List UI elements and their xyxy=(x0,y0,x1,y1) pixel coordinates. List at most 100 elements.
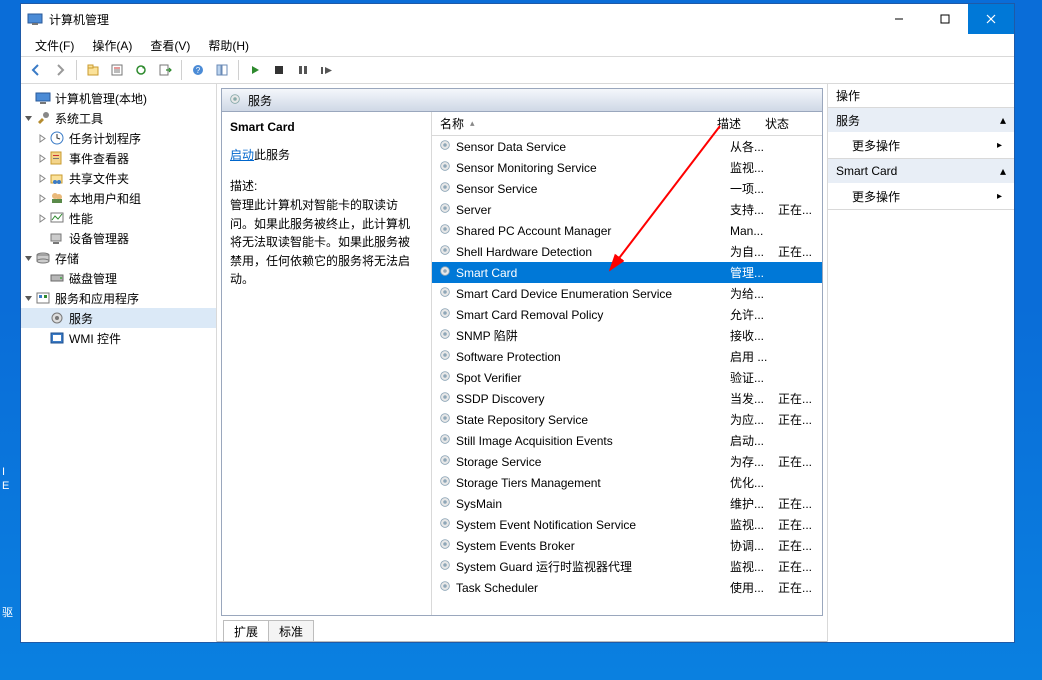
start-service-link[interactable]: 启动 xyxy=(230,148,254,162)
service-row[interactable]: Software Protection启用 ... xyxy=(432,346,822,367)
service-row[interactable]: Server支持...正在... xyxy=(432,199,822,220)
service-row[interactable]: Smart Card Device Enumeration Service为给.… xyxy=(432,283,822,304)
services-apps-icon xyxy=(35,290,51,306)
service-row[interactable]: SNMP 陷阱接收... xyxy=(432,325,822,346)
column-description[interactable]: 描述 xyxy=(709,112,757,135)
tree-system-tools[interactable]: 系统工具 xyxy=(21,108,216,128)
service-row[interactable]: Task Scheduler使用...正在... xyxy=(432,577,822,598)
service-row[interactable]: Storage Tiers Management优化... xyxy=(432,472,822,493)
gear-icon xyxy=(438,285,452,302)
tree-shared-folders[interactable]: 共享文件夹 xyxy=(21,168,216,188)
gear-icon xyxy=(438,516,452,533)
service-name: System Guard 运行时监视器代理 xyxy=(456,558,632,575)
titlebar[interactable]: 计算机管理 xyxy=(21,4,1014,34)
tab-standard[interactable]: 标准 xyxy=(268,620,314,642)
service-status: 正在... xyxy=(774,453,822,470)
pause-button[interactable] xyxy=(292,59,314,81)
help-button[interactable]: ? xyxy=(187,59,209,81)
menu-action[interactable]: 操作(A) xyxy=(84,35,140,56)
service-desc: 允许... xyxy=(726,306,774,323)
back-button[interactable] xyxy=(25,59,47,81)
actions-title: 操作 xyxy=(828,84,1014,108)
action-more-smart-card[interactable]: 更多操作 ▸ xyxy=(828,183,1014,209)
service-desc: 监视... xyxy=(726,516,774,533)
expand-toggle[interactable] xyxy=(21,114,35,123)
service-row[interactable]: State Repository Service为应...正在... xyxy=(432,409,822,430)
tree-event-viewer[interactable]: 事件查看器 xyxy=(21,148,216,168)
service-row[interactable]: System Events Broker协调...正在... xyxy=(432,535,822,556)
expand-toggle[interactable] xyxy=(35,134,49,143)
navigation-tree[interactable]: 计算机管理(本地) 系统工具 任务计划程序 xyxy=(21,84,217,642)
export-button[interactable] xyxy=(154,59,176,81)
expand-toggle[interactable] xyxy=(35,194,49,203)
gear-icon xyxy=(438,369,452,386)
service-row[interactable]: Storage Service为存...正在... xyxy=(432,451,822,472)
window-maximize-button[interactable] xyxy=(922,4,968,34)
forward-button[interactable] xyxy=(49,59,71,81)
gear-icon xyxy=(438,180,452,197)
service-status: 正在... xyxy=(774,201,822,218)
service-row[interactable]: Smart Card管理... xyxy=(432,262,822,283)
description-label: 描述: xyxy=(230,177,421,194)
horizontal-scrollbar[interactable] xyxy=(432,599,822,615)
restart-button[interactable] xyxy=(316,59,338,81)
service-row[interactable]: Sensor Monitoring Service监视... xyxy=(432,157,822,178)
expand-toggle[interactable] xyxy=(35,214,49,223)
tree-performance[interactable]: 性能 xyxy=(21,208,216,228)
tree-label: WMI 控件 xyxy=(69,330,121,347)
service-row[interactable]: SysMain维护...正在... xyxy=(432,493,822,514)
tree-disk-management[interactable]: 磁盘管理 xyxy=(21,268,216,288)
service-row[interactable]: SSDP Discovery当发...正在... xyxy=(432,388,822,409)
play-button[interactable] xyxy=(244,59,266,81)
expand-toggle[interactable] xyxy=(35,174,49,183)
service-row[interactable]: TCP/IP NetBIOS Helper提供...正在... xyxy=(432,598,822,599)
gear-icon xyxy=(438,306,452,323)
menubar: 文件(F) 操作(A) 查看(V) 帮助(H) xyxy=(21,34,1014,56)
service-row[interactable]: Spot Verifier验证... xyxy=(432,367,822,388)
properties-button[interactable] xyxy=(106,59,128,81)
service-row[interactable]: System Event Notification Service监视...正在… xyxy=(432,514,822,535)
window-close-button[interactable] xyxy=(968,4,1014,34)
tree-wmi[interactable]: WMI 控件 xyxy=(21,328,216,348)
menu-file[interactable]: 文件(F) xyxy=(27,35,82,56)
tree-label: 共享文件夹 xyxy=(69,170,129,187)
tree-label: 任务计划程序 xyxy=(69,130,141,147)
service-row[interactable]: Still Image Acquisition Events启动... xyxy=(432,430,822,451)
tree-services-apps[interactable]: 服务和应用程序 xyxy=(21,288,216,308)
expand-toggle[interactable] xyxy=(21,294,35,303)
gear-icon xyxy=(438,222,452,239)
action-more-services[interactable]: 更多操作 ▸ xyxy=(828,132,1014,158)
tree-local-users[interactable]: 本地用户和组 xyxy=(21,188,216,208)
disk-icon xyxy=(49,270,65,286)
service-row[interactable]: Sensor Service一项... xyxy=(432,178,822,199)
menu-view[interactable]: 查看(V) xyxy=(142,35,198,56)
expand-toggle[interactable] xyxy=(35,154,49,163)
tab-extended[interactable]: 扩展 xyxy=(223,620,269,642)
tree-device-manager[interactable]: 设备管理器 xyxy=(21,228,216,248)
column-status[interactable]: 状态 xyxy=(757,112,805,135)
tree-services[interactable]: 服务 xyxy=(21,308,216,328)
service-row[interactable]: Shell Hardware Detection为自...正在... xyxy=(432,241,822,262)
service-row[interactable]: Sensor Data Service从各... xyxy=(432,136,822,157)
action-group-services[interactable]: 服务 ▴ xyxy=(828,108,1014,132)
tree-task-scheduler[interactable]: 任务计划程序 xyxy=(21,128,216,148)
tree-root[interactable]: 计算机管理(本地) xyxy=(21,88,216,108)
action-group-smart-card[interactable]: Smart Card ▴ xyxy=(828,159,1014,183)
services-list[interactable]: Sensor Data Service从各...Sensor Monitorin… xyxy=(432,136,822,599)
chevron-right-icon: ▸ xyxy=(997,140,1002,151)
refresh-button[interactable] xyxy=(130,59,152,81)
service-row[interactable]: Shared PC Account ManagerMan... xyxy=(432,220,822,241)
gear-icon xyxy=(438,243,452,260)
column-name[interactable]: 名称▴ xyxy=(432,112,709,135)
show-hide-button[interactable] xyxy=(211,59,233,81)
window-minimize-button[interactable] xyxy=(876,4,922,34)
expand-toggle[interactable] xyxy=(21,254,35,263)
menu-help[interactable]: 帮助(H) xyxy=(200,35,257,56)
service-status: 正在... xyxy=(774,411,822,428)
service-row[interactable]: System Guard 运行时监视器代理监视...正在... xyxy=(432,556,822,577)
stop-button[interactable] xyxy=(268,59,290,81)
tree-storage[interactable]: 存储 xyxy=(21,248,216,268)
service-row[interactable]: Smart Card Removal Policy允许... xyxy=(432,304,822,325)
up-button[interactable] xyxy=(82,59,104,81)
list-header: 名称▴ 描述 状态 xyxy=(432,112,822,136)
